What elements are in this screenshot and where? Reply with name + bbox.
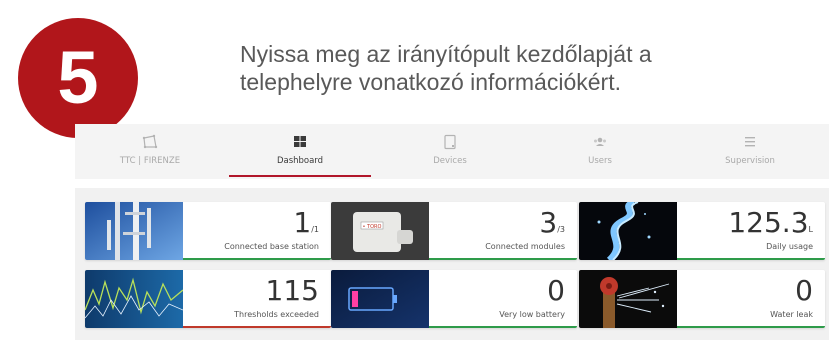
low-battery-photo	[331, 270, 429, 328]
tab-dashboard-label: Dashboard	[276, 156, 324, 166]
card-thresholds-exceeded[interactable]: 115 Thresholds exceeded	[85, 270, 331, 328]
card-value-thresholds: 115	[265, 274, 319, 307]
card-water-leak[interactable]: 0 Water leak	[579, 270, 825, 328]
card-connected-modules[interactable]: • TORO 3/3 Connected modules	[331, 202, 577, 260]
status-bar-green	[677, 326, 825, 328]
card-label-base-station: Connected base station	[224, 242, 319, 251]
instruction-line-1: Nyissa meg az irányítópult kezdőlapját a	[240, 41, 652, 67]
tab-dashboard[interactable]: Dashboard	[225, 124, 375, 179]
tab-devices[interactable]: Devices	[375, 124, 525, 179]
status-bar-red	[183, 326, 331, 328]
device-tablet-icon	[444, 134, 456, 150]
valve-leak-photo	[579, 270, 677, 328]
step-instruction: Nyissa meg az irányítópult kezdőlapját a…	[240, 40, 800, 96]
dashboard-cards: 1/1 Connected base station • TORO 3/3 Co…	[75, 188, 829, 340]
antenna-tower-photo	[85, 202, 183, 260]
status-bar-green	[183, 258, 331, 260]
svg-text:• TORO: • TORO	[363, 224, 382, 230]
card-connected-base-station[interactable]: 1/1 Connected base station	[85, 202, 331, 260]
step-number: 5	[57, 36, 99, 119]
card-value-modules: 3/3	[539, 206, 565, 239]
card-value-battery: 0	[547, 274, 565, 307]
tab-users[interactable]: Users	[525, 124, 675, 179]
tab-supervision[interactable]: Supervision	[675, 124, 825, 179]
status-bar-green	[429, 258, 577, 260]
tab-devices-label: Devices	[433, 156, 467, 166]
line-graph-photo	[85, 270, 183, 328]
site-polygon-icon	[142, 134, 158, 149]
tab-users-label: Users	[588, 156, 612, 166]
tab-site[interactable]: TTC | FIRENZE	[75, 124, 225, 179]
card-label-thresholds: Thresholds exceeded	[234, 310, 319, 319]
card-value-base-station: 1/1	[293, 206, 319, 239]
tab-site-label: TTC | FIRENZE	[119, 156, 181, 166]
status-bar-green	[677, 258, 825, 260]
instruction-line-2: telephelyre vonatkozó információkért.	[240, 69, 621, 95]
top-navigation: TTC | FIRENZE Dashboard Devices Users Su…	[75, 124, 829, 179]
water-splash-photo	[579, 202, 677, 260]
card-label-daily-usage: Daily usage	[766, 242, 813, 251]
card-value-daily-usage: 125.3L	[728, 206, 813, 239]
card-label-modules: Connected modules	[485, 242, 565, 251]
card-label-water-leak: Water leak	[770, 310, 813, 319]
step-number-badge: 5	[18, 18, 138, 138]
users-icon	[594, 137, 606, 146]
supervision-lines-icon	[745, 137, 755, 147]
card-label-battery: Very low battery	[499, 310, 565, 319]
tab-supervision-label: Supervision	[725, 156, 775, 166]
status-bar-green	[429, 326, 577, 328]
dashboard-grid-icon	[294, 136, 306, 147]
card-very-low-battery[interactable]: 0 Very low battery	[331, 270, 577, 328]
toro-module-photo: • TORO	[331, 202, 429, 260]
card-value-water-leak: 0	[795, 274, 813, 307]
card-daily-usage[interactable]: 125.3L Daily usage	[579, 202, 825, 260]
